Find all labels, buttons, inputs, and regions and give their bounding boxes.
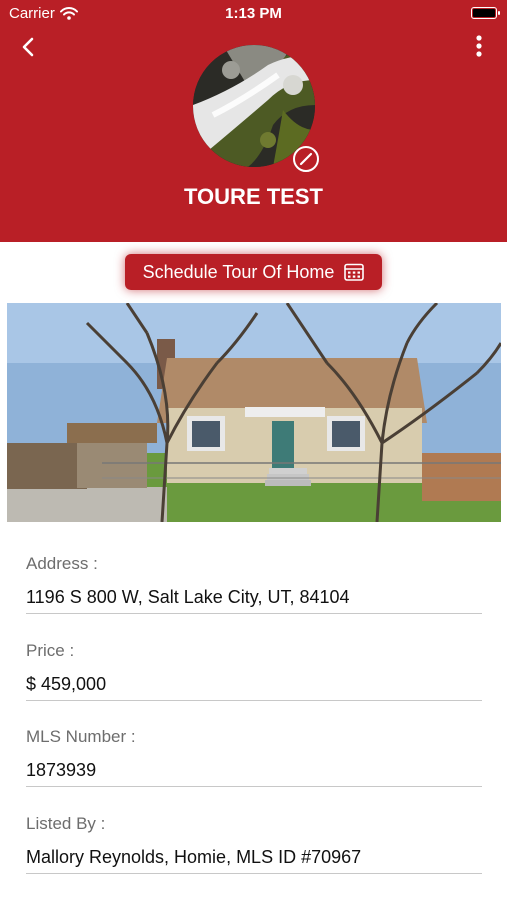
schedule-tour-label: Schedule Tour Of Home	[142, 261, 335, 282]
price-label: Price :	[26, 641, 75, 660]
calendar-icon	[344, 263, 365, 281]
listed-by-value: Mallory Reynolds, Homie, MLS ID #70967	[26, 847, 362, 867]
address-label: Address :	[26, 554, 98, 573]
price-value: $ 459,000	[26, 674, 107, 694]
back-arrow-icon[interactable]	[18, 36, 40, 58]
mls-number-label: MLS Number :	[26, 727, 136, 746]
edit-icon[interactable]	[292, 145, 320, 173]
home-photo-carousel[interactable]	[7, 303, 501, 522]
mls-number-value: 1873939	[26, 760, 97, 780]
listed-by-label: Listed By :	[26, 814, 106, 833]
listed-by-field: Listed By : Mallory Reynolds, Homie, MLS…	[26, 814, 482, 874]
battery-icon	[471, 7, 500, 19]
schedule-tour-button[interactable]: Schedule Tour Of Home	[125, 254, 382, 290]
address-value: 1196 S 800 W, Salt Lake City, UT, 84104	[26, 587, 350, 607]
mls-number-field: MLS Number : 1873939	[26, 727, 482, 787]
clock: 1:13 PM	[225, 5, 282, 22]
profile-header: Carrier 1:13 PM TOURE TEST	[0, 0, 507, 242]
profile-name: TOURE TEST	[184, 184, 323, 209]
more-vertical-icon[interactable]	[469, 33, 489, 61]
status-bar: Carrier 1:13 PM	[0, 0, 507, 28]
price-field: Price : $ 459,000	[26, 641, 482, 701]
address-field: Address : 1196 S 800 W, Salt Lake City, …	[26, 554, 482, 614]
